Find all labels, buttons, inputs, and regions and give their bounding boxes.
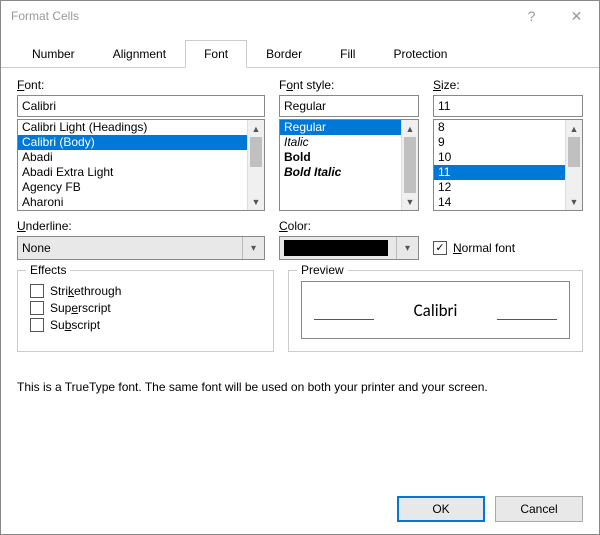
color-label: Color: [279, 219, 311, 233]
scrollbar[interactable]: ▲ ▼ [247, 120, 264, 210]
tab-protection[interactable]: Protection [374, 40, 466, 68]
font-note: This is a TrueType font. The same font w… [17, 380, 583, 394]
tab-bar: Number Alignment Font Border Fill Protec… [1, 31, 599, 68]
scrollbar[interactable]: ▲ ▼ [565, 120, 582, 210]
color-swatch [284, 240, 388, 256]
size-label: Size: [433, 78, 460, 92]
close-button[interactable]: ✕ [554, 1, 599, 31]
list-item[interactable]: 11 [434, 165, 565, 180]
tab-border[interactable]: Border [247, 40, 321, 68]
size-listbox[interactable]: 8 9 10 11 12 14 ▲ ▼ [433, 119, 583, 211]
effects-group: Effects Strikethrough Superscript Subscr… [17, 270, 274, 352]
dialog-body: Font: Calibri Light (Headings) Calibri (… [1, 68, 599, 484]
underline-dropdown[interactable]: None ▾ [17, 236, 265, 260]
close-icon: ✕ [571, 8, 583, 25]
superscript-label: Superscript [50, 301, 111, 315]
tab-font[interactable]: Font [185, 40, 247, 68]
normal-font-label: Normal font [453, 241, 515, 255]
list-item[interactable]: 9 [434, 135, 565, 150]
subscript-checkbox[interactable]: Subscript [30, 318, 261, 332]
list-item[interactable]: Aharoni [18, 195, 247, 210]
scroll-thumb[interactable] [250, 137, 262, 167]
list-item[interactable]: Abadi [18, 150, 247, 165]
list-item[interactable]: 12 [434, 180, 565, 195]
preview-legend: Preview [297, 263, 348, 277]
checkbox-icon [30, 301, 44, 315]
list-item[interactable]: Italic [280, 135, 401, 150]
chevron-down-icon: ▾ [396, 237, 418, 259]
color-dropdown[interactable]: ▾ [279, 236, 419, 260]
scroll-thumb[interactable] [568, 137, 580, 167]
font-listbox[interactable]: Calibri Light (Headings) Calibri (Body) … [17, 119, 265, 211]
subscript-label: Subscript [50, 318, 100, 332]
normal-font-checkbox[interactable]: ✓ Normal font [433, 241, 515, 255]
list-item[interactable]: Bold [280, 150, 401, 165]
font-style-label: Font style: [279, 78, 334, 92]
tab-fill[interactable]: Fill [321, 40, 374, 68]
scroll-up-icon[interactable]: ▲ [248, 120, 264, 137]
tab-number[interactable]: Number [13, 40, 94, 68]
window-title: Format Cells [11, 9, 509, 23]
scroll-thumb[interactable] [404, 137, 416, 193]
dialog-footer: OK Cancel [1, 484, 599, 534]
scroll-down-icon[interactable]: ▼ [248, 193, 264, 210]
titlebar: Format Cells ? ✕ [1, 1, 599, 31]
font-style-input[interactable] [279, 95, 419, 117]
checkbox-icon [30, 318, 44, 332]
list-item[interactable]: Bold Italic [280, 165, 401, 180]
checkbox-icon [30, 284, 44, 298]
strikethrough-label: Strikethrough [50, 284, 121, 298]
font-input[interactable] [17, 95, 265, 117]
cancel-button[interactable]: Cancel [495, 496, 583, 522]
strikethrough-checkbox[interactable]: Strikethrough [30, 284, 261, 298]
list-item[interactable]: 8 [434, 120, 565, 135]
font-style-listbox[interactable]: Regular Italic Bold Bold Italic ▲ ▼ [279, 119, 419, 211]
help-button[interactable]: ? [509, 1, 554, 31]
tab-alignment[interactable]: Alignment [94, 40, 185, 68]
list-item[interactable]: 14 [434, 195, 565, 210]
font-label: Font: [17, 78, 44, 92]
preview-box: Calibri [301, 281, 570, 339]
list-item[interactable]: Regular [280, 120, 401, 135]
scroll-down-icon[interactable]: ▼ [402, 193, 418, 210]
checkbox-icon: ✓ [433, 241, 447, 255]
format-cells-dialog: Format Cells ? ✕ Number Alignment Font B… [0, 0, 600, 535]
scrollbar[interactable]: ▲ ▼ [401, 120, 418, 210]
scroll-down-icon[interactable]: ▼ [566, 193, 582, 210]
ok-button[interactable]: OK [397, 496, 485, 522]
scroll-up-icon[interactable]: ▲ [566, 120, 582, 137]
effects-legend: Effects [26, 263, 70, 277]
scroll-up-icon[interactable]: ▲ [402, 120, 418, 137]
list-item[interactable]: Abadi Extra Light [18, 165, 247, 180]
superscript-checkbox[interactable]: Superscript [30, 301, 261, 315]
chevron-down-icon: ▾ [242, 237, 264, 259]
list-item[interactable]: 10 [434, 150, 565, 165]
underline-value: None [22, 241, 51, 255]
list-item[interactable]: Calibri Light (Headings) [18, 120, 247, 135]
preview-group: Preview Calibri [288, 270, 583, 352]
list-item[interactable]: Agency FB [18, 180, 247, 195]
preview-text: Calibri [414, 300, 458, 321]
underline-label: Underline: [17, 219, 72, 233]
size-input[interactable] [433, 95, 583, 117]
list-item[interactable]: Calibri (Body) [18, 135, 247, 150]
